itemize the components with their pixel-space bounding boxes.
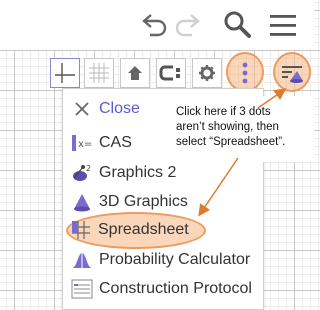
- arrow-to-perspectives: [257, 88, 287, 109]
- annotation-arrows: [198, 88, 287, 217]
- arrow-to-spreadsheet: [198, 157, 239, 217]
